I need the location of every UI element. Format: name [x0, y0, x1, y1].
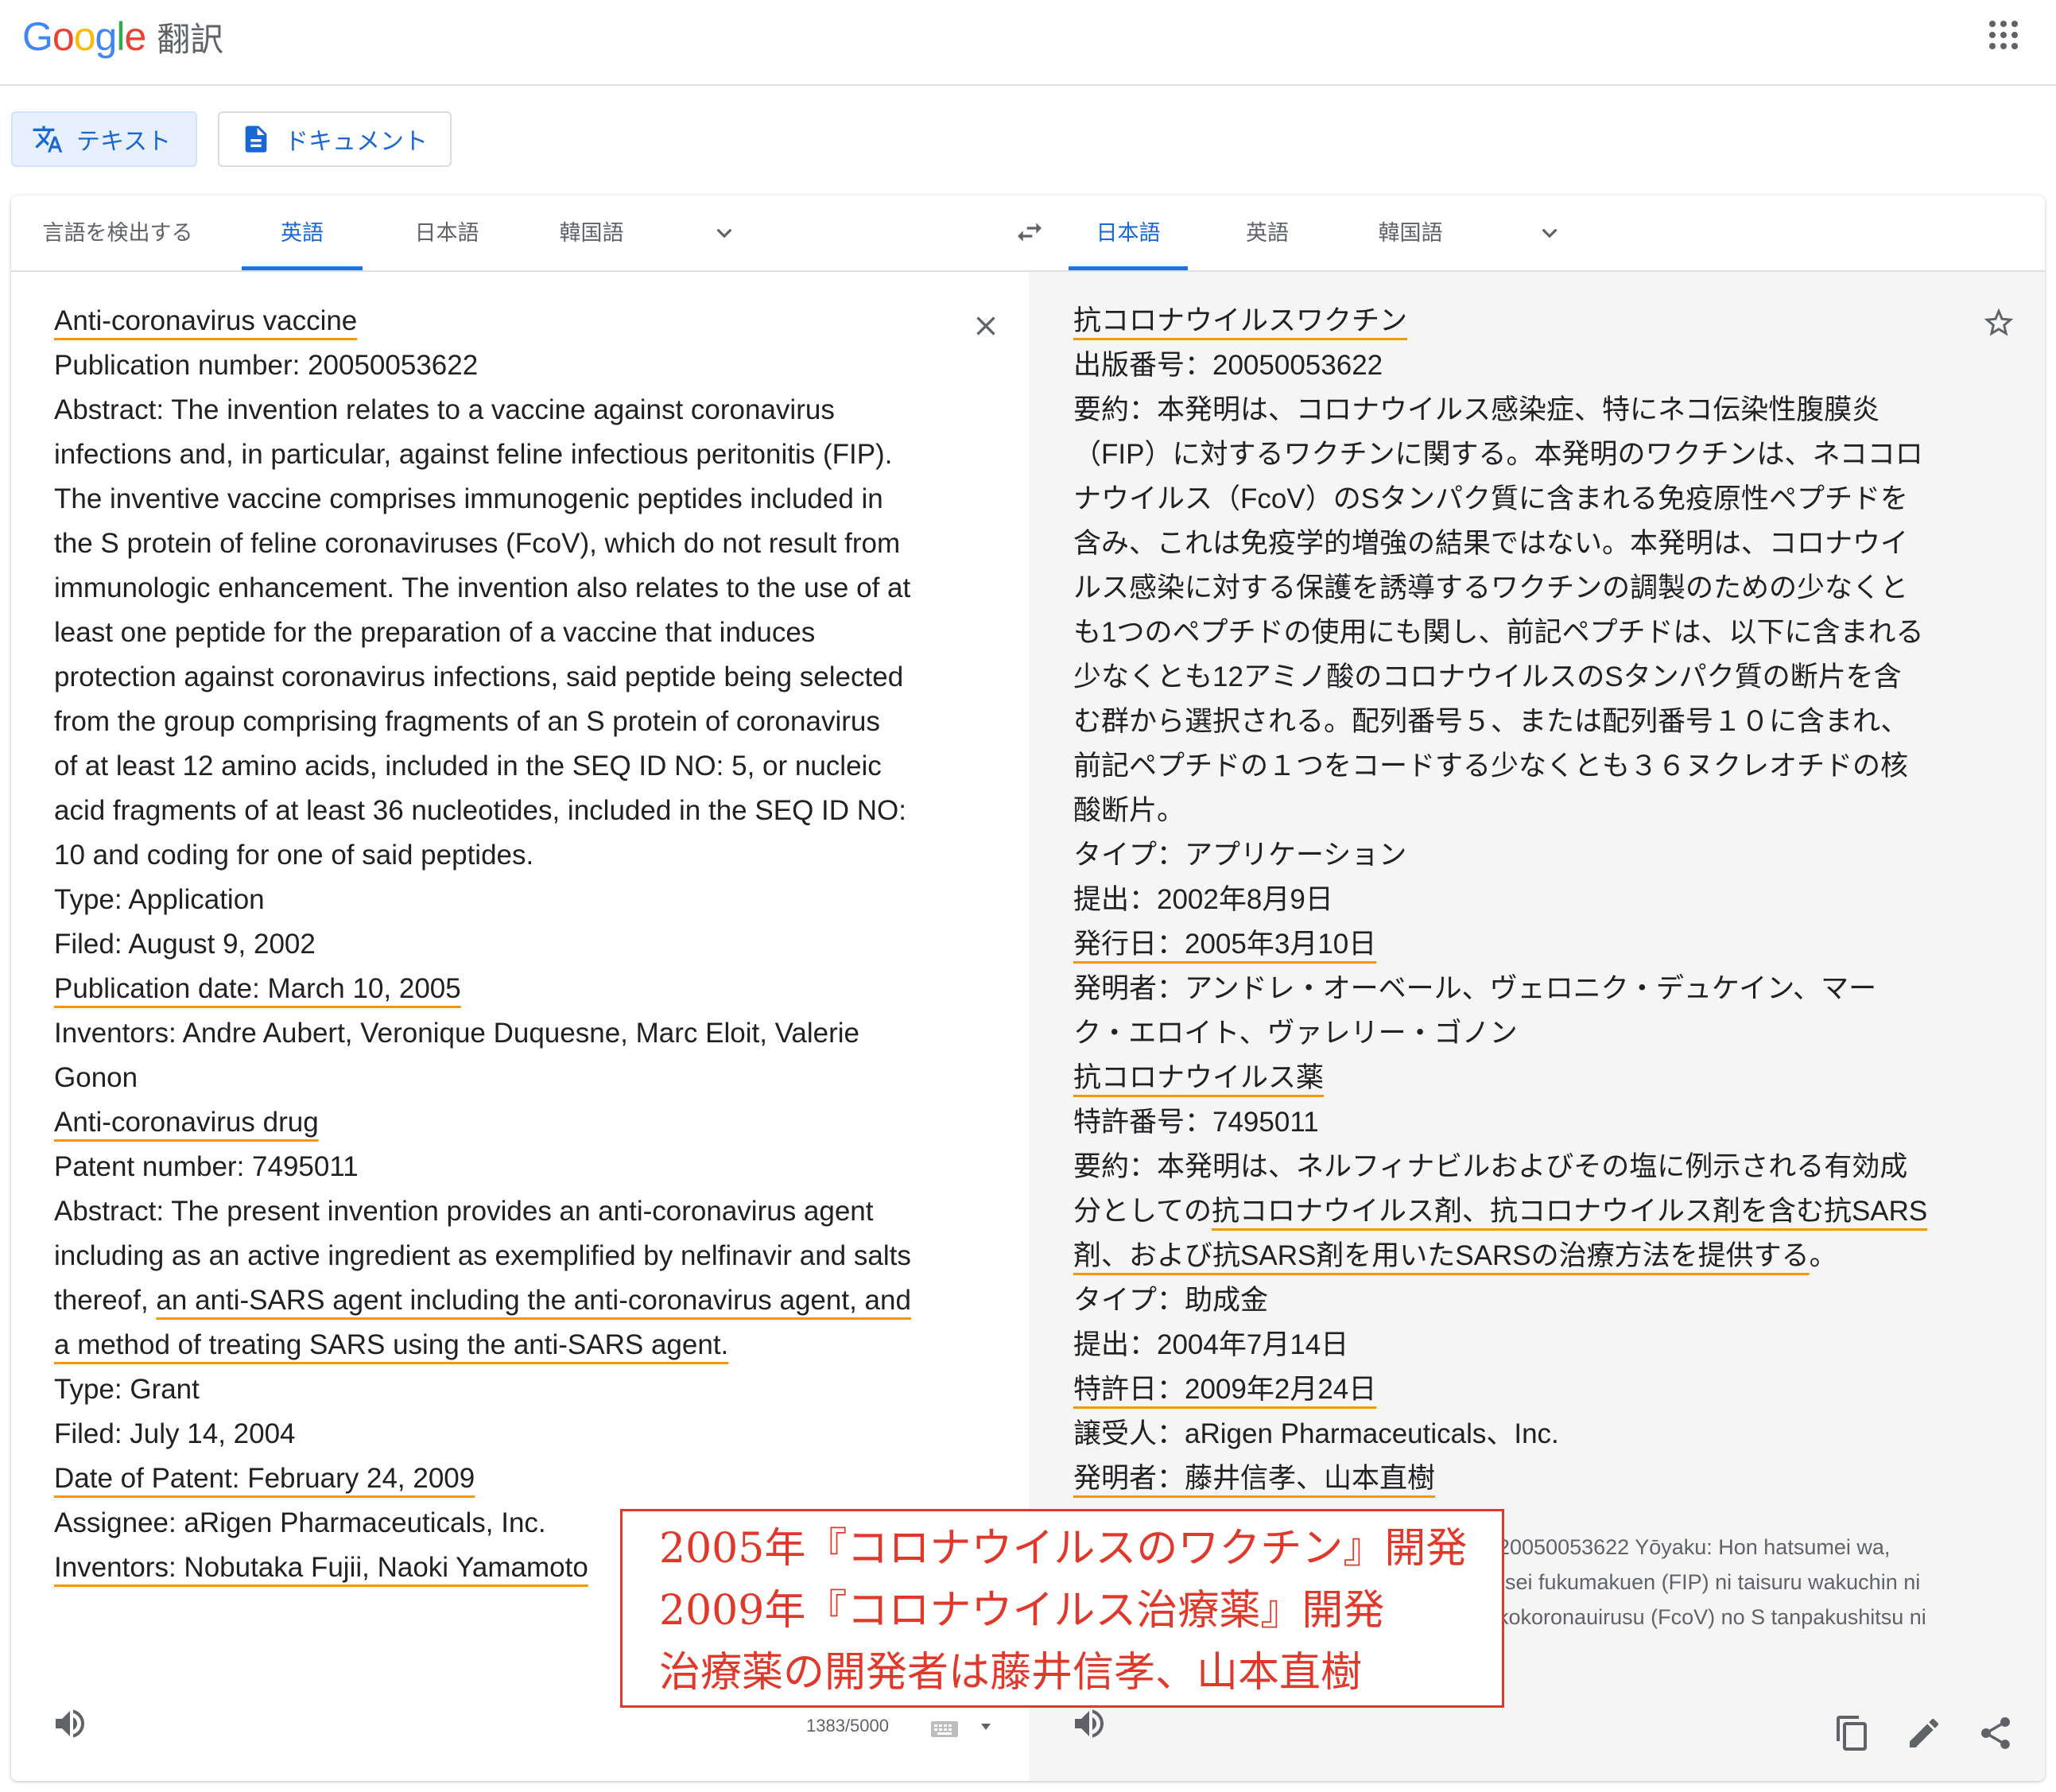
text-mode-label: テキスト [76, 129, 172, 155]
source-line: Anti-coronavirus drug [54, 1107, 319, 1138]
target-line: 提出：2004年7月14日 [1073, 1329, 1349, 1360]
source-line: Publication date: March 10, 2005 [54, 973, 461, 1004]
translate-icon [32, 123, 64, 155]
tab-source-korean[interactable]: 韓国語 [536, 196, 647, 270]
target-line: 発行日：2005年3月10日 [1073, 929, 1377, 960]
target-line: 剤、および抗SARS剤を用いたSARSの治療方法を提供する。 [1073, 1240, 1837, 1271]
romanization-text: 20050053622 Yōyaku: Hon hatsumei wa, -se… [1498, 1530, 1975, 1635]
source-line: the S protein of feline coronaviruses (F… [54, 528, 901, 559]
source-line: Inventors: Andre Aubert, Veronique Duque… [54, 1018, 860, 1049]
listen-source-speaker-icon[interactable] [51, 1705, 89, 1743]
target-line: 発明者：藤井信孝、山本直樹 [1073, 1463, 1436, 1494]
source-line: infections and, in particular, against f… [54, 439, 893, 470]
source-line: 10 and coding for one of said peptides. [54, 840, 534, 871]
character-counter: 1383/5000 [806, 1716, 889, 1736]
source-line: thereof, an anti-SARS agent including th… [54, 1285, 911, 1316]
romanization-line: -sei fukumakuen (FIP) ni taisuru wakuchi… [1498, 1570, 1921, 1594]
save-translation-star-icon[interactable] [1981, 305, 2016, 340]
document-icon [240, 123, 272, 155]
target-line: 酸断片。 [1073, 795, 1185, 826]
language-bar: 言語を検出する 英語 日本語 韓国語 日本語 英語 韓国語 [11, 196, 2045, 272]
target-line: 出版番号：20050053622 [1073, 350, 1383, 381]
source-line: Gonon [54, 1062, 138, 1093]
target-line: 発明者：アンドレ・オーベール、ヴェロニク・デュケイン、マー [1073, 973, 1877, 1004]
tab-target-korean[interactable]: 韓国語 [1355, 196, 1466, 270]
apps-grid-icon[interactable] [1989, 21, 2018, 49]
source-line: from the group comprising fragments of a… [54, 706, 880, 737]
target-line: タイプ：助成金 [1073, 1285, 1269, 1316]
source-line: including as an active ingredient as exe… [54, 1240, 911, 1271]
target-line: 要約：本発明は、コロナウイルス感染症、特にネコ伝染性腹膜炎 [1073, 394, 1880, 425]
target-line: （FIP）に対するワクチンに関する。本発明のワクチンは、ネココロ [1073, 439, 1923, 470]
source-text-input[interactable]: Anti-coronavirus vaccine Publication num… [54, 299, 960, 1590]
source-line: Filed: August 9, 2002 [54, 929, 316, 960]
target-line: も1つのペプチドの使用にも関し、前記ペプチドは、以下に含まれる [1073, 617, 1924, 648]
source-line: Type: Application [54, 884, 265, 915]
target-line: 譲受人：aRigen Pharmaceuticals、Inc. [1073, 1418, 1559, 1449]
target-line: ナウイルス（FcoV）のSタンパク質に含まれる免疫原性ペプチドを [1073, 483, 1909, 514]
tab-detect-language[interactable]: 言語を検出する [38, 196, 197, 270]
target-line: ルス感染に対する保護を誘導するワクチンの調製のための少なくと [1073, 572, 1909, 603]
input-tools-dropdown-icon[interactable] [980, 1722, 992, 1732]
source-line: Filed: July 14, 2004 [54, 1418, 296, 1449]
edit-pencil-icon[interactable] [1905, 1714, 1943, 1752]
target-line: 前記ペプチドの１つをコードする少なくとも３６ヌクレオチドの核 [1073, 751, 1909, 782]
source-line: acid fragments of at least 36 nucleotide… [54, 795, 906, 826]
source-line: The inventive vaccine comprises immunoge… [54, 483, 883, 514]
romanization-line: 20050053622 Yōyaku: Hon hatsumei wa, [1498, 1535, 1891, 1559]
translation-output: 抗コロナウイルスワクチン 出版番号：20050053622 要約：本発明は、コロ… [1073, 299, 1980, 1501]
tab-target-english[interactable]: 英語 [1220, 196, 1315, 270]
swap-languages-icon[interactable] [1011, 216, 1048, 248]
target-line: 含み、これは免疫学的増強の結果ではない。本発明は、コロナウイ [1073, 528, 1909, 559]
source-line: Abstract: The invention relates to a vac… [54, 394, 835, 425]
target-line: 少なくとも12アミノ酸のコロナウイルスのSタンパク質の断片を含 [1073, 661, 1902, 692]
annotation-line: 治療薬の開発者は藤井信孝、山本直樹 [659, 1649, 1363, 1697]
clear-text-close-icon[interactable] [970, 310, 1002, 342]
source-line: Anti-coronavirus vaccine [54, 305, 358, 336]
source-line: Patent number: 7495011 [54, 1151, 359, 1182]
google-translate-logo[interactable]: Google 翻訳 [22, 13, 223, 60]
annotation-box: 2005年『コロナウイルスのワクチン』開発 2009年『コロナウイルス治療薬』開… [620, 1509, 1504, 1708]
listen-translation-speaker-icon[interactable] [1070, 1705, 1108, 1743]
target-line: 分としての抗コロナウイルス剤、抗コロナウイルス剤を含む抗SARS [1073, 1196, 1928, 1227]
target-line: 特許日：2009年2月24日 [1073, 1374, 1377, 1405]
source-line: of at least 12 amino acids, included in … [54, 751, 882, 782]
target-line: ク・エロイト、ヴァレリー・ゴノン [1073, 1018, 1518, 1049]
annotation-line: 2005年『コロナウイルスのワクチン』開発 [659, 1525, 1468, 1573]
romanization-line: kokoronauirusu (FcoV) no S tanpakushitsu… [1498, 1605, 1926, 1629]
source-line: Type: Grant [54, 1374, 200, 1405]
target-line: 提出：2002年8月9日 [1073, 884, 1333, 915]
tab-source-english[interactable]: 英語 [242, 196, 363, 270]
keyboard-icon[interactable] [930, 1720, 959, 1738]
target-line: 抗コロナウイルス薬 [1073, 1062, 1325, 1093]
share-icon[interactable] [1976, 1714, 2015, 1752]
document-mode-button[interactable]: ドキュメント [218, 111, 452, 167]
app-header: Google 翻訳 [0, 0, 2056, 86]
tab-source-japanese[interactable]: 日本語 [391, 196, 502, 270]
product-name: 翻訳 [157, 20, 224, 58]
source-line: least one peptide for the preparation of… [54, 617, 816, 648]
text-mode-button[interactable]: テキスト [11, 111, 197, 167]
document-mode-label: ドキュメント [285, 129, 428, 155]
source-line: Date of Patent: February 24, 2009 [54, 1463, 475, 1494]
target-line: タイプ：アプリケーション [1073, 840, 1407, 871]
source-line: Publication number: 20050053622 [54, 350, 479, 381]
source-line: immunologic enhancement. The invention a… [54, 572, 911, 603]
target-line: 抗コロナウイルスワクチン [1073, 305, 1408, 336]
google-logo: Google [22, 14, 146, 59]
target-line: む群から選択される。配列番号５、または配列番号１０に含まれ、 [1073, 706, 1909, 737]
source-line: a method of treating SARS using the anti… [54, 1329, 729, 1360]
source-more-languages-chevron-down-icon[interactable] [709, 218, 739, 248]
target-line: 特許番号：7495011 [1073, 1107, 1319, 1138]
source-line: Abstract: The present invention provides… [54, 1196, 874, 1227]
annotation-line: 2009年『コロナウイルス治療薬』開発 [659, 1587, 1385, 1635]
source-line: protection against coronavirus infection… [54, 661, 904, 692]
tab-target-japanese[interactable]: 日本語 [1069, 196, 1188, 270]
target-more-languages-chevron-down-icon[interactable] [1534, 218, 1565, 248]
target-line: 要約：本発明は、ネルフィナビルおよびその塩に例示される有効成 [1073, 1151, 1908, 1182]
copy-translation-icon[interactable] [1833, 1714, 1872, 1752]
